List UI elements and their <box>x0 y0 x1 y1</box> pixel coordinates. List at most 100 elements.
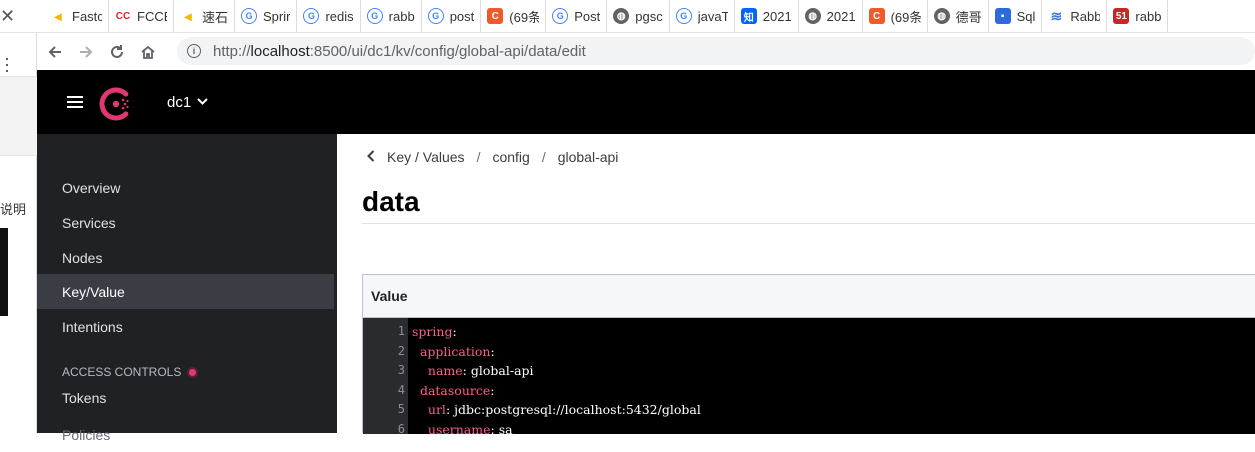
bookmark-item[interactable]: Gredis <box>297 0 361 32</box>
bookmark-item[interactable]: ◂ 速石 <box>174 0 236 32</box>
bookmark-label: rabb <box>388 8 415 24</box>
bookmark-label: 2021 <box>826 8 856 24</box>
sidebar-item-tokens[interactable]: Tokens <box>37 380 334 415</box>
bookmark-item[interactable]: G Sprir <box>235 0 298 32</box>
code-line[interactable]: username: sa <box>412 420 701 440</box>
csdn-icon: C <box>487 8 504 24</box>
yaml-value: global-api <box>470 363 534 378</box>
bookmark-item[interactable]: 51 rabb <box>1107 0 1169 32</box>
zhihu-icon: 知 <box>740 8 757 24</box>
sidebar: Overview Services Nodes Key/Value Intent… <box>37 134 337 443</box>
bookmark-label: 2021 <box>762 8 792 24</box>
breadcrumb-separator: / <box>476 149 481 165</box>
sidebar-item-intentions[interactable]: Intentions <box>37 309 334 344</box>
bookmark-item[interactable]: C (69条 <box>481 0 547 32</box>
breadcrumb-separator: / <box>541 149 546 165</box>
code-line[interactable]: spring: <box>412 322 701 342</box>
side-window-text: 说明 <box>0 202 27 217</box>
datacenter-label: dc1 <box>167 94 192 111</box>
side-window-block <box>0 228 8 316</box>
bookmark-label: 德哥 <box>955 9 982 25</box>
code-editor[interactable]: 1 2 3 4 5 6 spring: application: name: global… <box>363 318 1255 437</box>
side-window-sliver: · · · 说明 <box>0 33 37 433</box>
google-icon: G <box>427 8 444 24</box>
breadcrumb: Key / Values / config / global-api <box>367 149 618 165</box>
yaml-key: url <box>427 402 446 417</box>
sidebar-item-nodes[interactable]: Nodes <box>37 240 334 275</box>
bookmark-item[interactable]: Grabb <box>361 0 422 32</box>
breadcrumb-config[interactable]: config <box>492 149 529 165</box>
back-arrow-icon[interactable] <box>42 39 68 65</box>
bookmark-item[interactable]: GjavaT <box>670 0 735 32</box>
yaml-value: jdbc:postgresql://localhost:5432/global <box>454 402 701 417</box>
code-line[interactable]: application: <box>412 342 701 362</box>
url-bar[interactable]: i http://localhost:8500/ui/dc1/kv/config… <box>177 37 1255 65</box>
line-number: 5 <box>397 402 405 416</box>
access-controls-heading: ACCESS CONTROLS <box>62 365 199 379</box>
bookmark-label: 速石 <box>202 9 229 25</box>
sushi-icon: ◂ <box>184 7 192 24</box>
sidebar-item-key-value[interactable]: Key/Value <box>37 274 334 309</box>
code-line[interactable]: datasource: <box>412 381 701 401</box>
reload-icon[interactable] <box>104 39 130 65</box>
browser-toolbar: i http://localhost:8500/ui/dc1/kv/config… <box>37 33 1255 70</box>
status-dot-icon <box>187 366 199 378</box>
sidebar-item-services[interactable]: Services <box>37 205 334 240</box>
bookmark-item[interactable]: ▪ Sql <box>989 0 1043 32</box>
more-options-icon[interactable]: · · · <box>4 49 10 79</box>
globe-icon: ◍ <box>933 8 950 24</box>
code-line[interactable]: name: global-api <box>412 361 701 381</box>
bookmark-item[interactable]: G Post <box>546 0 608 32</box>
page-title: data <box>362 186 420 217</box>
bookmark-label: Rabb <box>1070 8 1101 24</box>
line-number: 6 <box>397 421 405 436</box>
value-heading: Value <box>363 275 1255 318</box>
breadcrumb-key-values[interactable]: Key / Values <box>387 149 465 165</box>
yaml-key: username <box>427 421 491 437</box>
yaml-key: datasource <box>419 382 491 398</box>
bookmark-label: Sprir <box>263 8 291 24</box>
bookmark-label: Post <box>574 8 601 24</box>
url-text[interactable]: http://localhost:8500/ui/dc1/kv/config/g… <box>213 43 586 60</box>
globe-icon: ◍ <box>613 8 630 24</box>
chevron-left-icon[interactable] <box>367 149 375 165</box>
yaml-key: spring <box>412 324 453 339</box>
bookmark-item[interactable]: ◍ 2021 <box>799 0 863 32</box>
yaml-key: name <box>427 363 463 378</box>
forward-arrow-icon[interactable] <box>73 39 99 65</box>
line-number: 2 <box>397 343 405 358</box>
code-line[interactable]: url: jdbc:postgresql://localhost:5432/gl… <box>412 400 701 420</box>
app-header: dc1 <box>37 70 1255 134</box>
line-gutter: 1 2 3 4 5 6 <box>363 318 408 436</box>
consul-logo-icon[interactable] <box>99 87 133 121</box>
chevron-down-icon <box>197 97 208 109</box>
bookmark-item[interactable]: ◍ 德哥 <box>928 0 989 32</box>
51cto-icon: 51 <box>1113 8 1130 24</box>
bookmark-item[interactable]: CC FCCE <box>109 0 174 32</box>
bookmark-item[interactable]: 知 2021 <box>735 0 799 32</box>
home-icon[interactable] <box>135 39 161 65</box>
breadcrumb-global-api[interactable]: global-api <box>558 149 619 165</box>
info-icon[interactable]: i <box>187 44 201 58</box>
google-icon: G <box>241 8 258 24</box>
google-icon: G <box>552 8 569 24</box>
bookmark-item[interactable]: ◂ Fastc <box>44 0 109 32</box>
yuque-icon: ≋ <box>1050 7 1063 24</box>
bookmark-item[interactable]: C (69条 <box>863 0 928 32</box>
bookmark-item[interactable]: Gpost <box>422 0 482 32</box>
bookmark-label: javaT <box>697 8 728 24</box>
bookmark-item[interactable]: ≋ Rabb <box>1042 0 1108 32</box>
sidebar-item-policies[interactable]: Policies <box>37 417 334 452</box>
globe-icon: ◍ <box>804 8 821 24</box>
close-icon[interactable]: ✕ <box>0 6 15 27</box>
menu-icon[interactable] <box>67 96 83 108</box>
bookmark-item[interactable]: ◍ pgsc <box>607 0 670 32</box>
title-divider <box>362 223 1255 224</box>
bookmark-label: FCCE <box>137 8 167 24</box>
datacenter-dropdown[interactable]: dc1 <box>167 94 208 111</box>
bookmark-icon: ▪ <box>994 8 1011 24</box>
yaml-value: sa <box>498 421 513 437</box>
sidebar-item-overview[interactable]: Overview <box>37 170 334 205</box>
code-content[interactable]: spring: application: name: global-api da… <box>408 318 701 437</box>
line-number: 3 <box>397 363 405 377</box>
